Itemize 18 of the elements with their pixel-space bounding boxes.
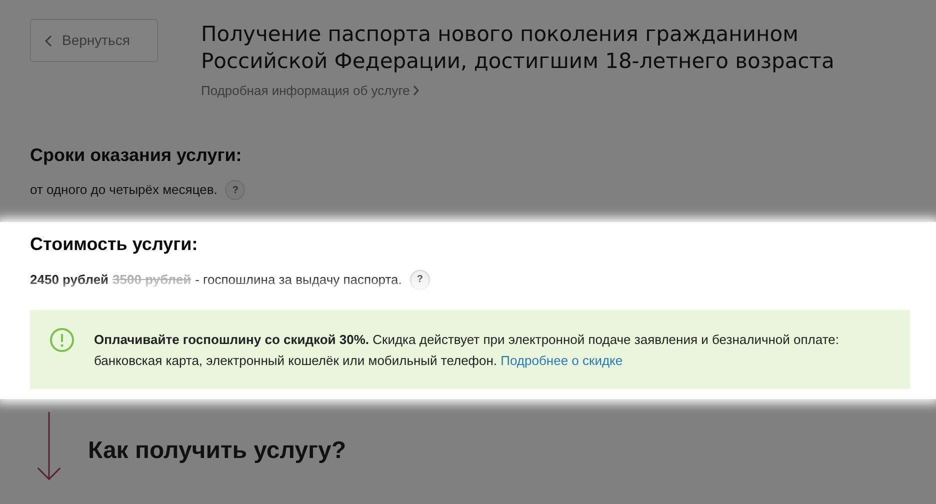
down-arrow-icon — [36, 410, 62, 481]
price: 2450 рублей — [30, 270, 109, 289]
old-price: 3500 рублей — [112, 270, 192, 289]
chevron-left-icon — [45, 34, 52, 46]
details-link[interactable]: Подробная информация об услуге — [201, 81, 419, 100]
back-button[interactable]: Вернуться — [30, 19, 158, 62]
alert-text: Оплачивайте госпошлину со скидкой 30%. Скидка действует при электронной подаче заявления и безналичной оплате: банковская карта, электронный кошелёк или мобильный телефон. Подробнее о скидке — [94, 330, 840, 370]
page-title: Получение паспорта нового поколения гражданином Российской Федерации, достигшим 18-летнего возраста — [201, 21, 836, 75]
section-text: - госпошлина за выдачу паспорта. — [195, 270, 402, 289]
help-button[interactable]: ? — [410, 270, 430, 290]
section-heading: Как получить услугу? — [88, 436, 346, 466]
section-text: от одного до четырёх месяцев. — [30, 181, 218, 200]
help-button[interactable]: ? — [225, 180, 246, 200]
section-heading: Сроки оказания услуги: — [30, 144, 243, 166]
section-heading: Стоимость услуги: — [30, 234, 199, 256]
discount-link[interactable]: Подробнее о скидке — [500, 352, 623, 368]
exclamation-icon — [50, 328, 74, 352]
chevron-right-icon — [412, 85, 419, 96]
